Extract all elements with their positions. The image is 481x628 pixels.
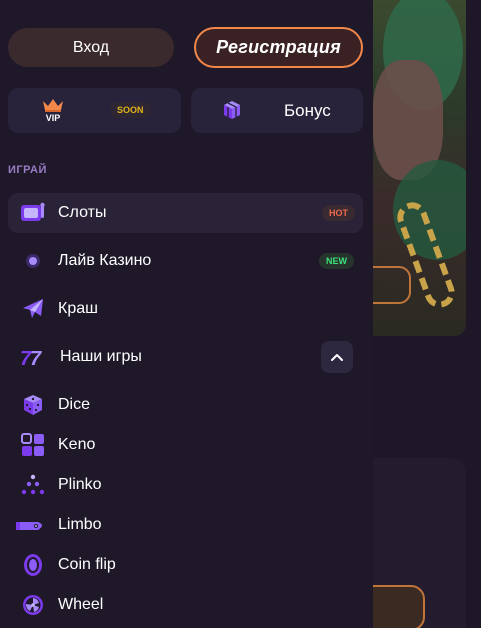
nav-label-limbo: Limbo <box>58 516 102 533</box>
coin-icon <box>20 553 46 577</box>
nav-label-crash: Краш <box>58 300 98 317</box>
nav-item-wheel[interactable]: Wheel <box>8 585 363 625</box>
seven-icon: 7 7 <box>18 345 48 369</box>
nav-label-slots: Слоты <box>58 204 107 221</box>
nav-item-dice[interactable]: Dice <box>8 385 363 425</box>
rocket-icon <box>16 513 48 537</box>
nav-item-crash[interactable]: Краш <box>8 289 363 329</box>
wheel-icon <box>20 593 46 617</box>
plane-icon <box>20 297 46 321</box>
bonus-label: Бонус <box>284 101 331 120</box>
chevron-up-icon <box>331 354 343 361</box>
nav-label-live-casino: Лайв Казино <box>58 252 152 269</box>
sidebar: Вход Регистрация VIP SOON Бонус ИГРАЙ Сл… <box>0 0 373 628</box>
svg-text:7: 7 <box>30 348 42 369</box>
gift-icon <box>224 101 240 119</box>
nav-item-coin-flip[interactable]: Coin flip <box>8 545 363 585</box>
slot-machine-icon <box>20 201 46 225</box>
bonus-card[interactable]: Бонус <box>191 88 363 133</box>
new-badge: NEW <box>319 253 354 269</box>
plinko-icon <box>20 473 46 497</box>
register-button[interactable]: Регистрация <box>194 27 363 68</box>
auth-buttons: Вход Регистрация <box>8 27 363 68</box>
nav-item-live-casino[interactable]: Лайв Казино NEW <box>8 241 363 281</box>
nav-item-keno[interactable]: Keno <box>8 425 363 465</box>
vip-text: VIP <box>46 113 61 123</box>
vip-card[interactable]: VIP SOON <box>8 88 181 133</box>
nav-label-plinko: Plinko <box>58 476 102 493</box>
nav-label-our-games: Наши игры <box>60 348 142 365</box>
section-title: ИГРАЙ <box>8 164 47 176</box>
nav-label-dice: Dice <box>58 396 91 413</box>
dice-icon <box>20 393 46 417</box>
nav-label-coin-flip: Coin flip <box>58 556 116 573</box>
live-dot-icon <box>20 249 46 273</box>
keno-grid-icon <box>20 433 46 457</box>
login-button[interactable]: Вход <box>8 28 174 67</box>
promo-cards: VIP SOON Бонус <box>8 88 363 133</box>
soon-badge: SOON <box>110 102 151 118</box>
nav-item-plinko[interactable]: Plinko <box>8 465 363 505</box>
collapse-button[interactable] <box>321 341 353 373</box>
vip-crown-icon: VIP <box>43 99 63 123</box>
nav-item-our-games[interactable]: 7 7 Наши игры <box>8 337 363 377</box>
nav-item-slots[interactable]: Слоты HOT <box>8 193 363 233</box>
nav-item-limbo[interactable]: Limbo <box>8 505 363 545</box>
nav-label-keno: Keno <box>58 436 96 453</box>
nav-label-wheel: Wheel <box>58 596 104 613</box>
hot-badge: HOT <box>322 205 355 221</box>
